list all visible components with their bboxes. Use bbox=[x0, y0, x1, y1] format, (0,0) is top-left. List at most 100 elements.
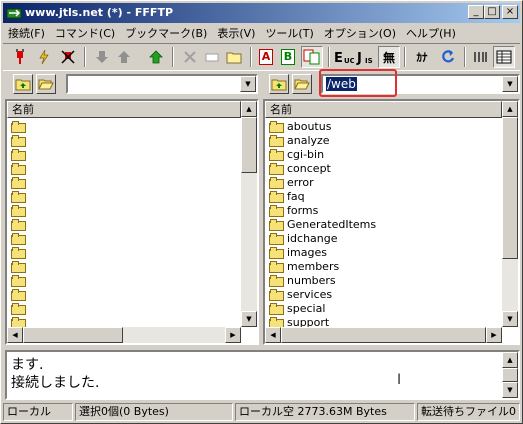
title-bar[interactable]: www.jtls.net (*) - FFFTP _ □ × bbox=[3, 3, 520, 23]
local-list-item[interactable] bbox=[7, 133, 29, 147]
local-up-folder-icon[interactable] bbox=[13, 74, 33, 94]
folder-icon bbox=[269, 289, 284, 301]
status-mode: ローカル bbox=[3, 403, 73, 421]
maximize-button[interactable]: □ bbox=[484, 5, 500, 19]
local-list-item[interactable] bbox=[7, 161, 29, 175]
local-list-item[interactable] bbox=[7, 259, 29, 273]
remote-name-column-header[interactable]: 名前 bbox=[265, 101, 502, 118]
remote-list-item[interactable]: members bbox=[265, 259, 376, 273]
remote-item-name: members bbox=[287, 259, 340, 273]
euc-icon[interactable]: E UC bbox=[333, 46, 355, 68]
log-line: ます. bbox=[11, 357, 44, 373]
local-list-item[interactable] bbox=[7, 175, 29, 189]
binary-mode-label: B bbox=[281, 49, 295, 65]
delete-icon[interactable] bbox=[179, 46, 201, 68]
close-button[interactable]: × bbox=[502, 5, 518, 19]
remote-list-item[interactable]: special bbox=[265, 301, 376, 315]
remote-scroll-up-icon[interactable]: ▲ bbox=[502, 101, 518, 117]
menu-help[interactable]: ヘルプ(H) bbox=[401, 25, 461, 41]
local-list-item[interactable] bbox=[7, 245, 29, 259]
folder-icon bbox=[11, 205, 26, 217]
local-vertical-scrollbar[interactable]: ▲ ▼ bbox=[241, 101, 257, 327]
local-name-column-header[interactable]: 名前 bbox=[7, 101, 241, 118]
local-list-item[interactable] bbox=[7, 119, 29, 133]
local-scroll-up-icon[interactable]: ▲ bbox=[241, 101, 257, 117]
remote-item-name: numbers bbox=[287, 273, 336, 287]
refresh-icon[interactable] bbox=[437, 46, 459, 68]
remote-horizontal-scrollbar[interactable]: ◀ ▶ bbox=[265, 327, 502, 343]
folder-icon bbox=[269, 121, 284, 133]
disconnect-icon[interactable] bbox=[57, 46, 79, 68]
remote-vertical-scrollbar[interactable]: ▲ ▼ bbox=[502, 101, 518, 327]
minimize-button[interactable]: _ bbox=[468, 5, 484, 19]
menu-options[interactable]: オプション(O) bbox=[319, 25, 401, 41]
remote-scroll-down-icon[interactable]: ▼ bbox=[502, 311, 518, 327]
upload-icon[interactable] bbox=[113, 46, 135, 68]
remote-list-item[interactable]: forms bbox=[265, 203, 376, 217]
remote-list-item[interactable]: services bbox=[265, 287, 376, 301]
remote-scroll-left-icon[interactable]: ◀ bbox=[265, 327, 281, 343]
local-list-item[interactable] bbox=[7, 203, 29, 217]
local-file-pane[interactable]: 名前 ▲ ▼ ◀ ▶ bbox=[5, 99, 259, 345]
auto-mode-icon[interactable] bbox=[301, 46, 323, 68]
remote-open-folder-icon[interactable] bbox=[292, 74, 312, 94]
log-scroll-down-icon[interactable]: ▼ bbox=[502, 382, 518, 398]
list-view-icon[interactable] bbox=[469, 46, 491, 68]
download-icon[interactable] bbox=[91, 46, 113, 68]
log-vertical-scrollbar[interactable]: ▲ ▼ bbox=[502, 352, 518, 398]
remote-list-item[interactable]: error bbox=[265, 175, 376, 189]
menu-view[interactable]: 表示(V) bbox=[212, 25, 260, 41]
remote-scroll-thumb[interactable] bbox=[502, 117, 518, 259]
local-path-combo[interactable]: ▼ bbox=[66, 74, 258, 94]
local-scroll-thumb[interactable] bbox=[241, 117, 257, 173]
remote-list-item[interactable]: GeneratedItems bbox=[265, 217, 376, 231]
jis-icon[interactable]: J IS bbox=[355, 46, 377, 68]
local-list-item[interactable] bbox=[7, 231, 29, 245]
mirror-upload-icon[interactable] bbox=[145, 46, 167, 68]
local-list-item[interactable] bbox=[7, 287, 29, 301]
log-scroll-up-icon[interactable]: ▲ bbox=[502, 352, 518, 368]
remote-up-folder-icon[interactable] bbox=[269, 74, 289, 94]
remote-scroll-right-icon[interactable]: ▶ bbox=[486, 327, 502, 343]
binary-mode-button[interactable]: B bbox=[277, 46, 299, 68]
local-scroll-right-icon[interactable]: ▶ bbox=[225, 327, 241, 343]
folder-icon bbox=[11, 317, 26, 329]
remote-list-item[interactable]: cgi-bin bbox=[265, 147, 376, 161]
local-hscroll-thumb[interactable] bbox=[23, 327, 123, 343]
menu-command[interactable]: コマンド(C) bbox=[50, 25, 120, 41]
local-list-item[interactable] bbox=[7, 301, 29, 315]
local-scroll-left-icon[interactable]: ◀ bbox=[7, 327, 23, 343]
remote-hscroll-thumb[interactable] bbox=[281, 327, 486, 343]
folder-icon bbox=[269, 149, 284, 161]
remote-list-item[interactable]: images bbox=[265, 245, 376, 259]
local-list-item[interactable] bbox=[7, 189, 29, 203]
mkdir-icon[interactable] bbox=[223, 46, 245, 68]
katakana-button[interactable]: ｶﾅ bbox=[411, 46, 433, 68]
remote-list-item[interactable]: aboutus bbox=[265, 119, 376, 133]
remote-list-item[interactable]: faq bbox=[265, 189, 376, 203]
menu-tools[interactable]: ツール(T) bbox=[260, 25, 318, 41]
menu-connect[interactable]: 接続(F) bbox=[3, 25, 50, 41]
no-conversion-button[interactable]: 無 bbox=[378, 46, 400, 68]
ascii-mode-button[interactable]: A bbox=[255, 46, 277, 68]
local-path-dropdown-icon[interactable]: ▼ bbox=[240, 76, 256, 92]
remote-list-item[interactable]: analyze bbox=[265, 133, 376, 147]
remote-list-item[interactable]: concept bbox=[265, 161, 376, 175]
log-panel[interactable]: ます. 接続しました. I ▲ ▼ bbox=[5, 350, 520, 400]
local-list-item[interactable] bbox=[7, 273, 29, 287]
detail-view-icon[interactable] bbox=[493, 46, 515, 68]
remote-file-pane[interactable]: 名前 aboutus analyze cgi-bin concept error faq f… bbox=[263, 99, 520, 345]
rename-icon[interactable] bbox=[201, 46, 223, 68]
local-scroll-down-icon[interactable]: ▼ bbox=[241, 311, 257, 327]
local-horizontal-scrollbar[interactable]: ◀ ▶ bbox=[7, 327, 241, 343]
remote-path-dropdown-icon[interactable]: ▼ bbox=[502, 76, 518, 92]
remote-list-item[interactable]: idchange bbox=[265, 231, 376, 245]
connect-icon[interactable] bbox=[9, 46, 31, 68]
remote-list-item[interactable]: numbers bbox=[265, 273, 376, 287]
local-list-item[interactable] bbox=[7, 217, 29, 231]
log-scroll-thumb[interactable] bbox=[502, 368, 518, 382]
local-list-item[interactable] bbox=[7, 147, 29, 161]
menu-bookmark[interactable]: ブックマーク(B) bbox=[120, 25, 212, 41]
local-open-folder-icon[interactable] bbox=[36, 74, 56, 94]
quick-connect-icon[interactable] bbox=[33, 46, 55, 68]
